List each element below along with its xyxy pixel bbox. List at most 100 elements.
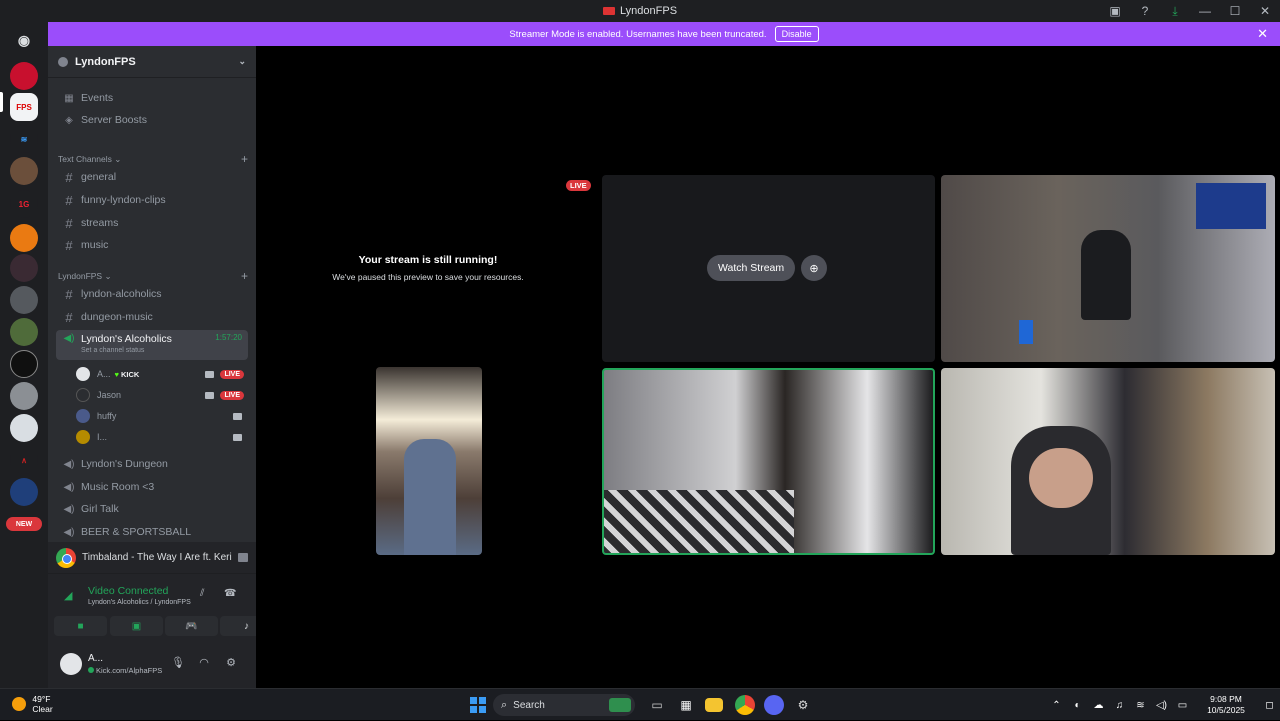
- voice-channel-beer-sportsball[interactable]: ◀) BEER & SPORTSBALL: [56, 522, 248, 542]
- popout-icon[interactable]: [238, 553, 248, 562]
- microphone-icon[interactable]: 🎙: [169, 656, 187, 669]
- avatar: [76, 409, 90, 423]
- noise-suppression-icon[interactable]: ⫽: [200, 588, 204, 599]
- tray-app-icon[interactable]: ◐: [1067, 700, 1088, 711]
- activity-button[interactable]: 🎮: [165, 616, 218, 636]
- username[interactable]: A...: [88, 653, 103, 664]
- weather-widget[interactable]: 49°F Clear: [12, 694, 53, 714]
- channel-streams[interactable]: # streams: [56, 213, 248, 233]
- speaker-icon: ◀): [63, 481, 75, 493]
- download-icon[interactable]: ⤓: [1160, 0, 1190, 22]
- voice-user[interactable]: I...: [76, 428, 248, 446]
- video-tile[interactable]: [376, 367, 482, 555]
- channel-funny-lyndon-clips[interactable]: # funny-lyndon-clips: [56, 190, 248, 210]
- close-window-button[interactable]: ✕: [1250, 0, 1280, 22]
- tray-app-icon[interactable]: ☁: [1088, 700, 1109, 711]
- voice-channel-music-room[interactable]: ◀) Music Room <3: [56, 477, 248, 497]
- start-button[interactable]: [470, 697, 486, 713]
- server-icon-lyndonfps[interactable]: FPS: [10, 93, 38, 121]
- maximize-button[interactable]: ☐: [1220, 0, 1250, 22]
- taskbar: 49°F Clear ⌕ Search ▭ ▦ ⚙ ⌃ ◐ ☁ ♫ ≋ ◁) ▭ …: [0, 688, 1280, 720]
- activity-bar[interactable]: Timbaland - The Way I Are ft. Keri Hil..…: [48, 542, 256, 574]
- file-explorer-icon[interactable]: [705, 698, 723, 712]
- inbox-icon[interactable]: ▣: [1100, 0, 1130, 22]
- disable-button[interactable]: Disable: [774, 26, 819, 42]
- server-header[interactable]: LyndonFPS ⌄: [48, 46, 256, 78]
- voice-status[interactable]: Video Connected: [88, 585, 168, 597]
- add-channel-icon[interactable]: +: [241, 269, 248, 283]
- server-icon[interactable]: 1G: [10, 190, 38, 218]
- server-icon[interactable]: [10, 157, 38, 185]
- person-image: [404, 439, 456, 555]
- wifi-icon[interactable]: ≋: [1130, 700, 1151, 711]
- screen-share-button[interactable]: ▣: [110, 616, 163, 636]
- store-icon[interactable]: ▦: [676, 695, 696, 715]
- server-icon[interactable]: [10, 254, 38, 282]
- video-tile[interactable]: [941, 368, 1275, 555]
- server-icon[interactable]: [10, 382, 38, 410]
- video-tile-speaking[interactable]: [602, 368, 935, 555]
- watch-stream-button[interactable]: Watch Stream: [707, 255, 796, 281]
- server-icon[interactable]: [10, 318, 38, 346]
- voice-channel-path[interactable]: Lyndon's Alcoholics / LyndonFPS: [88, 599, 191, 606]
- server-icon[interactable]: [10, 350, 38, 378]
- signal-icon[interactable]: ◢: [64, 589, 72, 602]
- selected-pill: [0, 92, 3, 112]
- app-icon[interactable]: ⚙: [793, 695, 813, 715]
- disconnect-icon[interactable]: ☎: [224, 588, 236, 599]
- voice-user[interactable]: huffy: [76, 407, 248, 425]
- camera-icon: [233, 433, 242, 441]
- notification-icon[interactable]: ◻: [1259, 700, 1280, 711]
- server-icon[interactable]: ∧: [10, 446, 38, 474]
- chrome-taskbar-icon[interactable]: [735, 695, 755, 715]
- chevron-up-icon[interactable]: ⌃: [1046, 700, 1067, 711]
- voice-user[interactable]: Jason LIVE: [76, 386, 248, 404]
- server-icon[interactable]: ≋: [10, 125, 38, 153]
- volume-icon[interactable]: ◁): [1151, 700, 1172, 711]
- hash-icon: #: [65, 237, 73, 253]
- voice-channel-active[interactable]: ◀) Lyndon's Alcoholics 1:57:20 Set a cha…: [56, 330, 248, 360]
- discord-taskbar-icon[interactable]: [764, 695, 784, 715]
- discord-home-icon[interactable]: ◉: [10, 26, 38, 54]
- help-icon[interactable]: ?: [1130, 0, 1160, 22]
- video-tile[interactable]: [941, 175, 1275, 362]
- avatar: [76, 367, 90, 381]
- close-banner-icon[interactable]: ✕: [1257, 26, 1268, 42]
- calendar-icon: ▦: [64, 92, 74, 104]
- category-text-channels[interactable]: Text Channels ⌄ +: [58, 152, 248, 166]
- events-item[interactable]: ▦ Events: [56, 88, 248, 108]
- channel-general[interactable]: # general: [56, 167, 248, 187]
- channel-status[interactable]: Set a channel status: [81, 347, 144, 354]
- server-icon[interactable]: [10, 286, 38, 314]
- voice-channel-girl-talk[interactable]: ◀) Girl Talk: [56, 499, 248, 519]
- taskbar-search[interactable]: ⌕ Search: [493, 694, 635, 716]
- minimize-button[interactable]: —: [1190, 0, 1220, 22]
- server-icon[interactable]: [10, 414, 38, 442]
- channel-music[interactable]: # music: [56, 235, 248, 255]
- server-icon[interactable]: [10, 478, 38, 506]
- server-boosts-item[interactable]: ◈ Server Boosts: [56, 110, 248, 130]
- server-icon[interactable]: [10, 62, 38, 90]
- speaker-icon: ◀): [63, 458, 75, 470]
- chevron-down-icon: ⌄: [238, 56, 246, 66]
- microphone-icon[interactable]: ♫: [1109, 700, 1130, 711]
- gear-icon[interactable]: ⚙: [222, 656, 240, 669]
- headphones-icon[interactable]: ◠: [195, 656, 213, 669]
- avatar[interactable]: [60, 653, 82, 675]
- add-stream-icon[interactable]: ⊕: [801, 255, 827, 281]
- speaker-icon: ◀): [63, 333, 75, 344]
- title-bar: LyndonFPS ▣ ? ⤓ — ☐ ✕: [0, 0, 1280, 22]
- battery-icon[interactable]: ▭: [1172, 700, 1193, 711]
- clock[interactable]: 9:08 PM 10/5/2025: [1193, 694, 1259, 716]
- task-view-icon[interactable]: ▭: [647, 695, 667, 715]
- server-icon[interactable]: [10, 224, 38, 252]
- channel-dungeon-music[interactable]: # dungeon-music: [56, 307, 248, 327]
- add-channel-icon[interactable]: +: [241, 152, 248, 166]
- camera-button[interactable]: ■: [54, 616, 107, 636]
- category-lyndonfps[interactable]: LyndonFPS ⌄ +: [58, 269, 248, 283]
- channel-sidebar: LyndonFPS ⌄ ▦ Events ◈ Server Boosts Text …: [48, 46, 256, 542]
- voice-user[interactable]: A... KICK LIVE: [76, 365, 248, 383]
- channel-lyndon-alcoholics[interactable]: # lyndon-alcoholics: [56, 284, 248, 304]
- stream-tile[interactable]: Watch Stream ⊕: [602, 175, 935, 362]
- voice-channel-lyndons-dungeon[interactable]: ◀) Lyndon's Dungeon: [56, 454, 248, 474]
